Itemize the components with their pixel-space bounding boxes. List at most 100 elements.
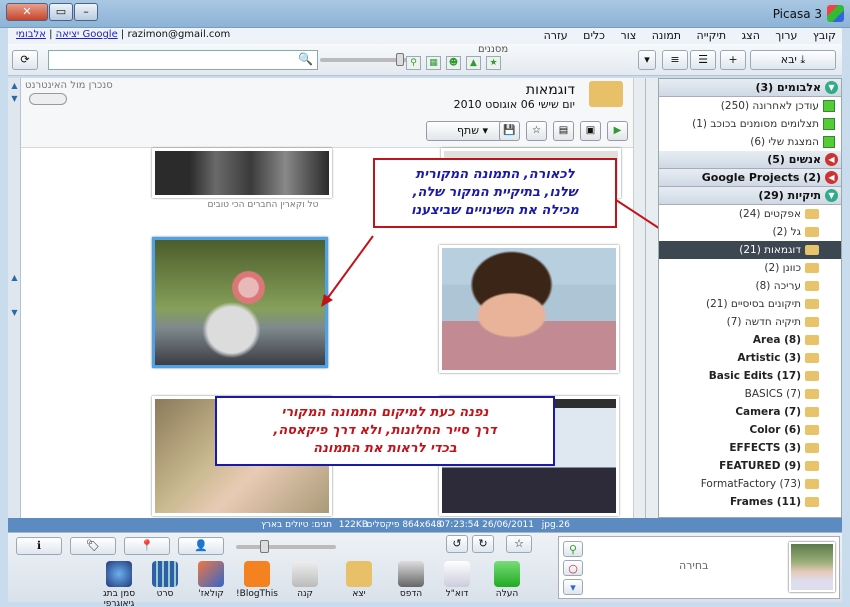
folder-item[interactable]: כוונן (2) — [659, 259, 841, 277]
folder-item[interactable]: Area (8) — [659, 331, 841, 349]
filter-person-icon[interactable]: ☻ — [446, 56, 461, 70]
folder-item[interactable]: דוגמאות (21) — [659, 241, 841, 259]
collapse-icon[interactable]: ◀ — [825, 171, 838, 184]
menu-tools[interactable]: כלים — [577, 28, 611, 43]
slider-handle[interactable] — [396, 53, 404, 66]
album-icon — [823, 136, 835, 148]
status-bar: 26.jpg 26/06/2011 07:23:54 864x648 פיקסל… — [8, 518, 842, 532]
menu-folder[interactable]: תיקייה — [691, 28, 733, 43]
geotag-action[interactable]: סמן בתג גיאוגרפי — [98, 561, 140, 607]
folder-item[interactable]: Color (6) — [659, 421, 841, 439]
folder-icon — [805, 497, 819, 507]
hold-icon[interactable]: ⚲ — [563, 541, 583, 557]
close-button[interactable]: ✕ — [6, 3, 48, 21]
folder-item[interactable]: Basic Edits (17) — [659, 367, 841, 385]
album-item[interactable]: תצלומים מסומנים בכוכב (1) — [659, 115, 841, 133]
scroll-down-icon[interactable]: ▼ — [8, 308, 21, 320]
people-button[interactable]: 👤 — [178, 537, 224, 555]
collapse-down-icon[interactable]: ▼ — [8, 94, 21, 106]
menu-edit[interactable]: ערוך — [769, 28, 803, 43]
filter-star-icon[interactable]: ★ — [486, 56, 501, 70]
collapse-up-icon[interactable]: ▲ — [8, 81, 21, 93]
exit-link[interactable]: יציאה — [56, 29, 80, 40]
menu-create[interactable]: צור — [615, 28, 643, 43]
maximize-button[interactable]: ▭ — [49, 3, 73, 21]
section-albums[interactable]: ▼ אלבומים (3) — [659, 79, 841, 97]
import-button[interactable]: יבא ⤓ — [750, 50, 836, 70]
action-label: קולאז' — [198, 589, 224, 599]
folder-item[interactable]: Camera (7) — [659, 403, 841, 421]
folder-item[interactable]: BASICS (7) — [659, 385, 841, 403]
folder-item[interactable]: FEATURED (9) — [659, 457, 841, 475]
collage-action[interactable]: קולאז' — [190, 561, 232, 599]
email-action[interactable]: דוא"ל — [436, 561, 478, 599]
expand-icon[interactable]: ▼ — [825, 189, 838, 202]
filter-movie-icon[interactable]: ▦ — [426, 56, 441, 70]
rotate-right-icon[interactable]: ↻ — [472, 535, 494, 553]
add-to-album-icon[interactable]: ▾ — [563, 579, 583, 595]
menu-picture[interactable]: תמונה — [646, 28, 687, 43]
filter-upload-icon[interactable]: ▲ — [466, 56, 481, 70]
star-photo-icon[interactable]: ☆ — [506, 535, 532, 553]
export-action[interactable]: יצא — [338, 561, 380, 599]
status-tags: תגים: טיולים בארץ — [261, 520, 332, 530]
album-icon — [823, 100, 835, 112]
geotag-button[interactable]: 📍 — [124, 537, 170, 555]
refresh-button[interactable]: ⟳ — [12, 50, 38, 70]
folder-item[interactable]: עריכה (8) — [659, 277, 841, 295]
menu-file[interactable]: קובץ — [807, 28, 842, 43]
folder-item[interactable]: EFFECTS (3) — [659, 439, 841, 457]
info-button[interactable]: ℹ — [16, 537, 62, 555]
folder-item[interactable]: Frames (11) — [659, 493, 841, 511]
clear-icon[interactable]: ○ — [563, 560, 583, 576]
folder-icon — [805, 299, 819, 309]
section-label: אנשים (5) — [767, 153, 821, 166]
folder-item[interactable]: אפקטים (24) — [659, 205, 841, 223]
section-google-projects[interactable]: ◀ Google Projects (2) — [659, 169, 841, 187]
import-icon: ⤓ — [800, 53, 806, 66]
print-action[interactable]: הדפס — [390, 561, 432, 599]
action-label: הדפס — [399, 589, 423, 599]
menu-view[interactable]: הצג — [736, 28, 766, 43]
section-folders[interactable]: ▼ תיקיות (29) — [659, 187, 841, 205]
zoom-slider[interactable] — [236, 540, 336, 553]
album-item[interactable]: עודכן לאחרונה (250) — [659, 97, 841, 115]
folder-item[interactable]: FormatFactory (73) — [659, 475, 841, 493]
collapse-icon[interactable]: ◀ — [825, 153, 838, 166]
scroll-up-icon[interactable]: ▲ — [8, 273, 21, 285]
tag-button[interactable]: 🏷 — [70, 537, 116, 555]
folder-icon — [805, 227, 819, 237]
section-people[interactable]: ◀ אנשים (5) — [659, 151, 841, 169]
menu-help[interactable]: עזרה — [538, 28, 574, 43]
list-view-button[interactable]: ≡ — [662, 50, 688, 70]
rotate-left-icon[interactable]: ↺ — [446, 535, 468, 553]
status-datetime: 26/06/2011 07:23:54 — [438, 520, 534, 530]
blogthis-action[interactable]: BlogThis! — [236, 561, 278, 599]
folder-item[interactable]: תיקיה חדשה (7) — [659, 313, 841, 331]
picasa-icon — [827, 5, 844, 22]
search-input[interactable]: 🔍 — [48, 50, 318, 70]
dropdown-button[interactable]: ▾ — [638, 50, 656, 70]
expand-icon[interactable]: ▼ — [825, 81, 838, 94]
filter-pin-icon[interactable]: ⚲ — [406, 56, 421, 70]
grid-scrollbar[interactable] — [633, 78, 645, 518]
filter-slider[interactable] — [320, 53, 410, 66]
add-photo-button[interactable]: + — [720, 50, 746, 70]
arrow-layer — [321, 235, 374, 307]
buy-action[interactable]: קנה — [284, 561, 326, 599]
zoom-handle[interactable] — [260, 540, 269, 553]
folder-label: כוונן (2) — [764, 262, 801, 274]
folder-item[interactable]: תיקונים בסיסיים (21) — [659, 295, 841, 313]
toolbar: ⟳ 🔍 מסננים ⚲ ▦ ☻ ▲ ★ ▾ ≡ ☰ + יבא ⤓ — [8, 44, 842, 76]
upload-action[interactable]: העלה — [486, 561, 528, 599]
folder-item[interactable]: Artistic (3) — [659, 349, 841, 367]
movie-action[interactable]: סרט — [144, 561, 186, 599]
folder-icon — [805, 317, 819, 327]
folder-item[interactable]: גל (2) — [659, 223, 841, 241]
panel-scrollbar[interactable] — [645, 78, 658, 518]
folder-export-icon — [346, 561, 372, 587]
album-item[interactable]: המצגת שלי (6) — [659, 133, 841, 151]
selection-thumbnail[interactable] — [789, 542, 835, 592]
details-view-button[interactable]: ☰ — [690, 50, 716, 70]
minimize-button[interactable]: – — [74, 3, 98, 21]
